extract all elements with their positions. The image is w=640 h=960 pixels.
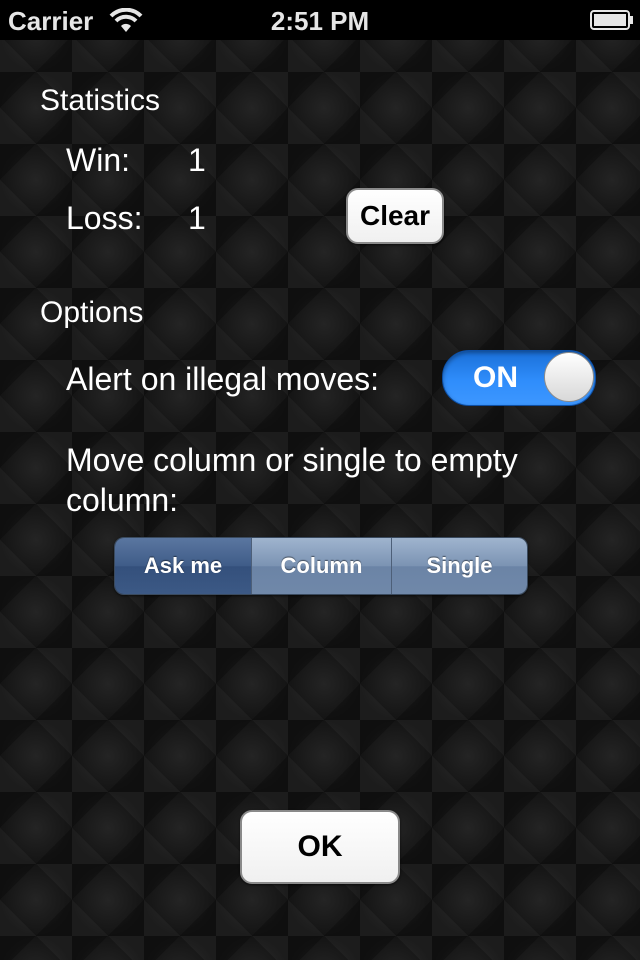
toggle-knob	[544, 352, 594, 402]
win-label: Win:	[66, 142, 130, 178]
status-bar: Carrier 2:51 PM	[0, 0, 640, 40]
clear-button[interactable]: Clear	[346, 188, 444, 244]
clock: 2:51 PM	[270, 6, 370, 36]
toggle-on-label: ON	[473, 361, 518, 394]
win-value: 1	[188, 142, 206, 178]
loss-label: Loss:	[66, 200, 143, 236]
segment-column[interactable]: Column	[251, 538, 391, 594]
move-mode-segmented-control: Ask me Column Single	[114, 537, 528, 595]
statistics-heading: Statistics	[40, 84, 161, 117]
ok-button[interactable]: OK	[240, 810, 400, 884]
options-heading: Options	[40, 296, 144, 329]
segment-single[interactable]: Single	[391, 538, 527, 594]
alert-illegal-moves-toggle[interactable]: ON	[442, 350, 596, 406]
loss-value: 1	[188, 200, 206, 236]
move-column-label: Move column or single to empty column:	[66, 442, 518, 518]
segment-ask-me[interactable]: Ask me	[115, 538, 251, 594]
battery-icon	[590, 10, 633, 30]
alert-illegal-moves-label: Alert on illegal moves:	[66, 361, 380, 397]
